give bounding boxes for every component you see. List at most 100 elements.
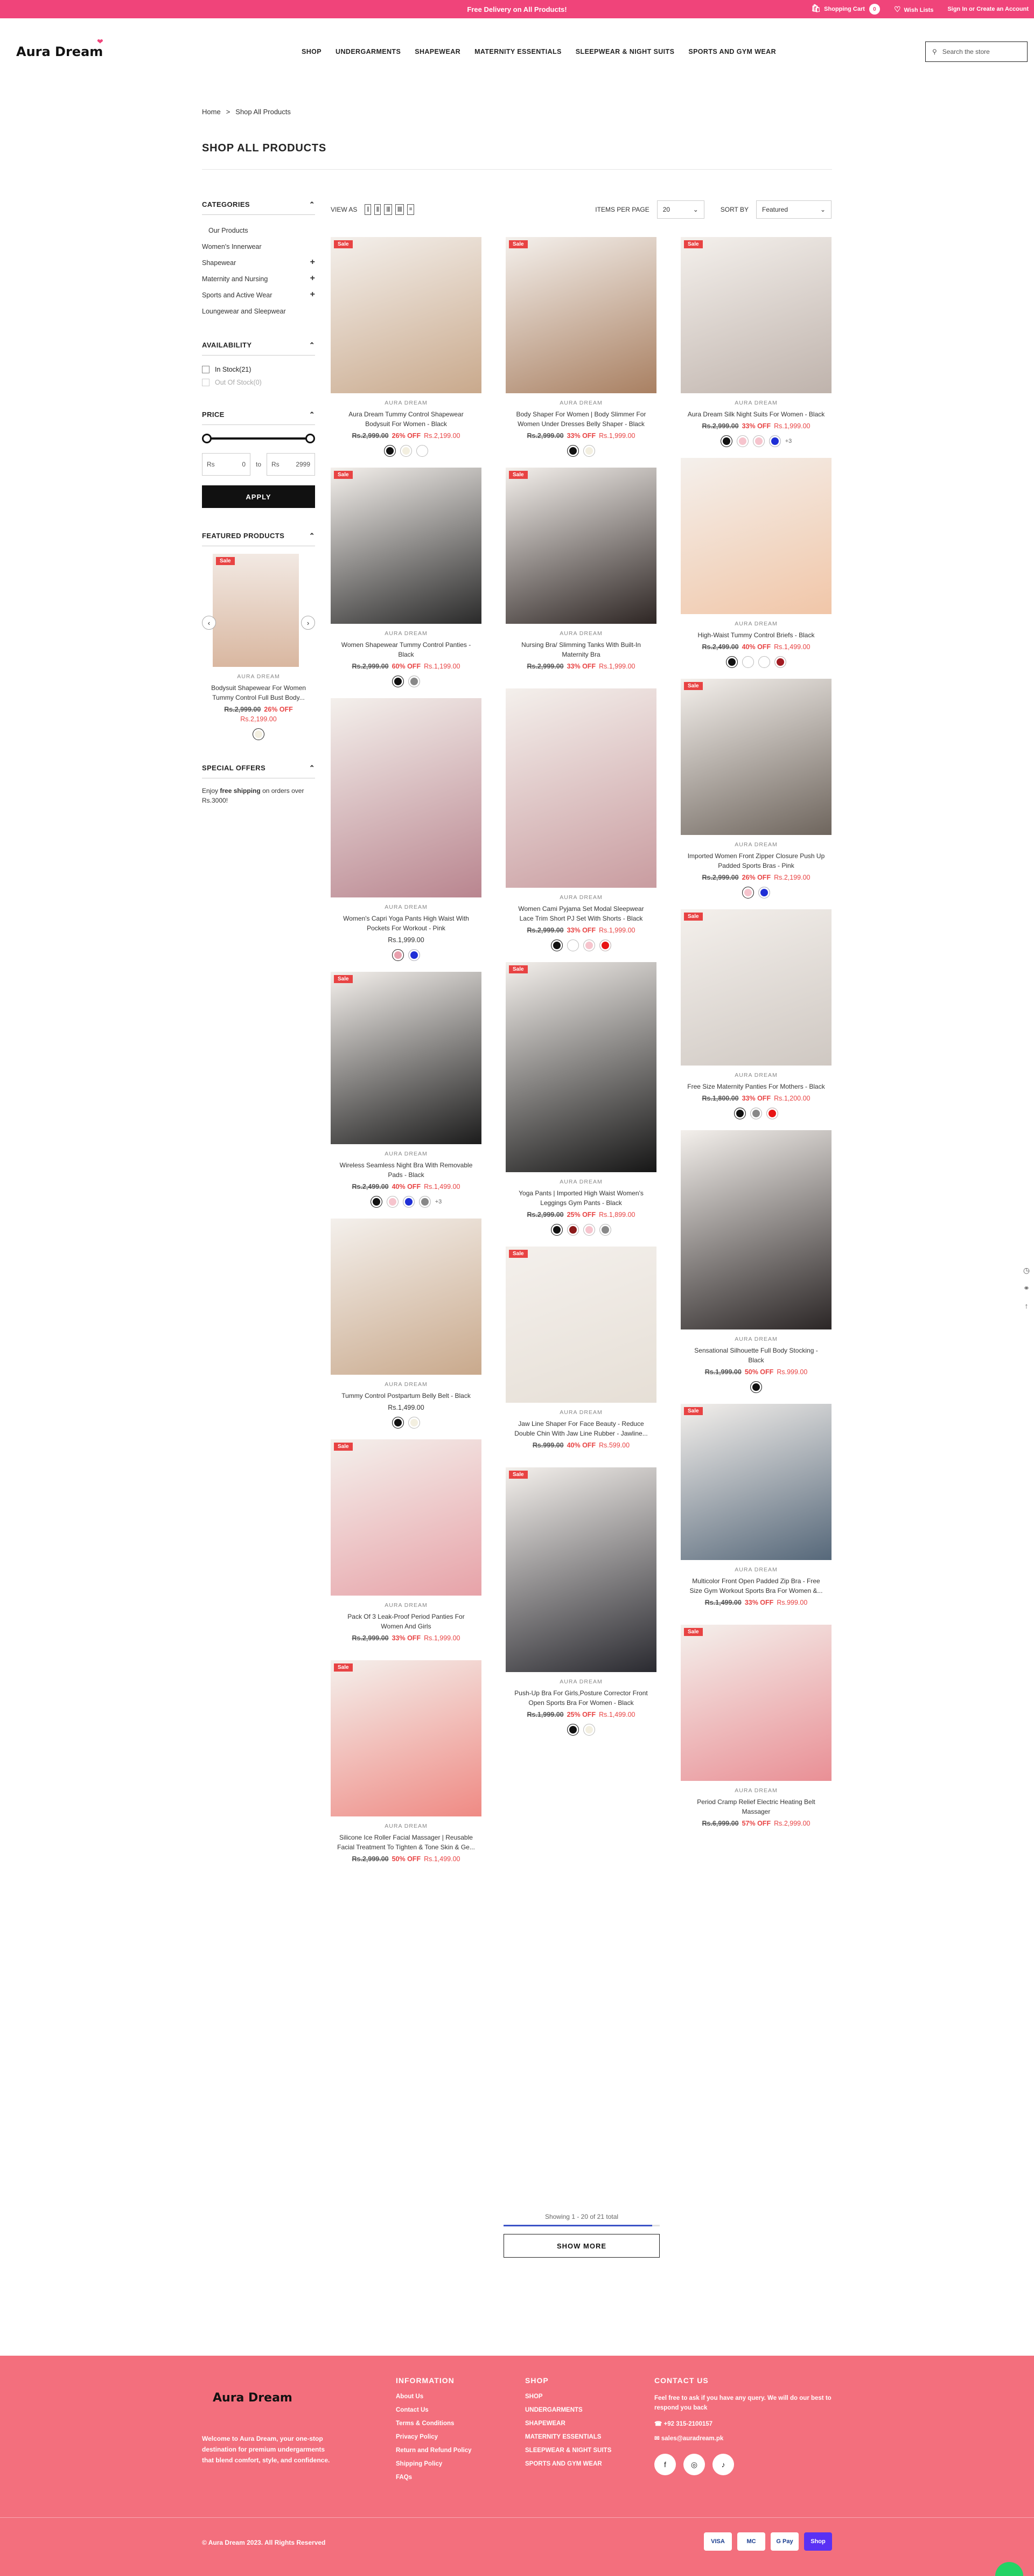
color-swatch[interactable] xyxy=(386,1196,399,1208)
product-name[interactable]: Imported Women Front Zipper Closure Push… xyxy=(686,851,826,871)
contact-phone[interactable]: ☎ +92 315-2100157 xyxy=(654,2420,832,2427)
product-image[interactable]: Sale xyxy=(506,962,656,1172)
product-name[interactable]: Aura Dream Silk Night Suits For Women - … xyxy=(686,409,826,419)
color-swatch[interactable] xyxy=(551,1224,563,1236)
expand-plus-icon[interactable]: + xyxy=(310,258,315,267)
product-image[interactable]: Sale xyxy=(681,909,832,1066)
sort-by-select[interactable]: Featured ⌄ xyxy=(756,200,832,219)
checkbox[interactable] xyxy=(202,366,209,373)
color-swatch[interactable] xyxy=(408,949,420,961)
product-name[interactable]: Wireless Seamless Night Bra With Removab… xyxy=(336,1160,476,1180)
grid-2-icon[interactable]: || xyxy=(365,204,371,215)
product-image[interactable]: Sale xyxy=(331,468,481,624)
product-name[interactable]: Period Cramp Relief Electric Heating Bel… xyxy=(686,1797,826,1816)
color-swatch[interactable] xyxy=(774,656,786,668)
contact-email[interactable]: ✉ sales@auradream.pk xyxy=(654,2434,832,2442)
product-image[interactable]: Sale xyxy=(506,1467,656,1672)
color-swatch[interactable] xyxy=(551,939,563,951)
share-icon[interactable]: ⚭ xyxy=(1023,1284,1030,1293)
product-image[interactable] xyxy=(506,688,656,888)
search-input[interactable]: ⚲ Search the store xyxy=(925,41,1028,62)
product-image[interactable]: Sale xyxy=(681,237,832,393)
carousel-next-icon[interactable]: › xyxy=(301,616,315,630)
category-item[interactable]: Loungewear and Sleepwear xyxy=(202,303,315,319)
nav-maternity[interactable]: MATERNITY ESSENTIALS xyxy=(474,48,562,55)
product-image[interactable]: Sale xyxy=(506,468,656,624)
expand-plus-icon[interactable]: + xyxy=(310,274,315,283)
product-image[interactable]: Sale xyxy=(331,972,481,1144)
product-image[interactable]: Sale xyxy=(331,1439,481,1596)
product-name[interactable]: Aura Dream Tummy Control Shapewear Bodys… xyxy=(336,409,476,429)
color-swatch[interactable] xyxy=(599,1224,611,1236)
more-colors[interactable]: +3 xyxy=(785,438,792,444)
filter-out-of-stock[interactable]: Out Of Stock(0) xyxy=(202,376,315,389)
price-max-handle[interactable] xyxy=(305,434,315,443)
product-name[interactable]: Women Cami Pyjama Set Modal Sleepwear La… xyxy=(511,904,651,923)
color-swatch[interactable] xyxy=(583,939,595,951)
color-swatch[interactable] xyxy=(720,435,732,447)
product-name[interactable]: Pack Of 3 Leak-Proof Period Panties For … xyxy=(336,1612,476,1631)
color-swatch[interactable] xyxy=(416,445,428,457)
account-link[interactable]: Sign In or Create an Account xyxy=(947,6,1029,12)
expand-plus-icon[interactable]: + xyxy=(310,290,315,299)
product-name[interactable]: Jaw Line Shaper For Face Beauty - Reduce… xyxy=(511,1419,651,1438)
back-to-top-icon[interactable]: ↑ xyxy=(1025,1301,1029,1310)
search-icon[interactable]: ⚲ xyxy=(932,48,937,55)
product-name[interactable]: Free Size Maternity Panties For Mothers … xyxy=(686,1082,826,1091)
product-image[interactable] xyxy=(681,458,832,614)
color-swatch[interactable] xyxy=(384,445,396,457)
nav-shapewear[interactable]: SHAPEWEAR xyxy=(415,48,460,55)
grid-3-icon[interactable]: ||| xyxy=(374,204,381,215)
site-logo[interactable]: Aura Dream ❤ xyxy=(16,38,178,59)
color-swatch[interactable] xyxy=(599,939,611,951)
product-image[interactable] xyxy=(331,698,481,897)
price-slider[interactable] xyxy=(202,433,315,444)
footer-shop-link[interactable]: SHAPEWEAR xyxy=(525,2420,611,2427)
checkbox[interactable] xyxy=(202,379,209,386)
carousel-prev-icon[interactable]: ‹ xyxy=(202,616,216,630)
color-swatch[interactable] xyxy=(408,1417,420,1429)
product-name[interactable]: Yoga Pants | Imported High Waist Women's… xyxy=(511,1188,651,1208)
footer-logo[interactable]: Aura Dream xyxy=(213,2391,292,2405)
price-header[interactable]: PRICE ⌃ xyxy=(202,410,315,425)
grid-5-icon[interactable]: ||||| xyxy=(395,204,404,215)
show-more-button[interactable]: SHOW MORE xyxy=(504,2234,660,2258)
product-image[interactable] xyxy=(681,1130,832,1329)
list-view-icon[interactable]: ≡ xyxy=(407,204,414,215)
grid-4-icon[interactable]: |||| xyxy=(384,204,392,215)
color-swatch[interactable] xyxy=(726,656,738,668)
color-swatch[interactable] xyxy=(392,676,404,687)
color-swatch[interactable] xyxy=(750,1108,762,1119)
facebook-icon[interactable]: f xyxy=(654,2454,676,2475)
category-item[interactable]: Sports and Active Wear + xyxy=(202,287,315,303)
color-swatch[interactable] xyxy=(567,1224,579,1236)
nav-sports[interactable]: SPORTS AND GYM WEAR xyxy=(688,48,776,55)
recently-viewed-icon[interactable]: ◷ xyxy=(1023,1266,1030,1275)
featured-product-image[interactable]: Sale xyxy=(213,554,299,667)
color-swatch[interactable] xyxy=(392,1417,404,1429)
product-image[interactable] xyxy=(331,1219,481,1375)
product-image[interactable]: Sale xyxy=(681,1404,832,1560)
color-swatch[interactable] xyxy=(583,1224,595,1236)
color-swatch[interactable] xyxy=(742,887,754,899)
color-swatch[interactable] xyxy=(583,1724,595,1736)
product-image[interactable]: Sale xyxy=(506,237,656,393)
price-to-field[interactable]: Rs 2999 xyxy=(267,453,316,476)
color-swatch[interactable] xyxy=(758,887,770,899)
footer-info-link[interactable]: Privacy Policy xyxy=(396,2434,472,2440)
color-swatch[interactable] xyxy=(567,445,579,457)
featured-header[interactable]: FEATURED PRODUCTS ⌃ xyxy=(202,532,315,546)
color-swatch[interactable] xyxy=(400,445,412,457)
color-swatch[interactable] xyxy=(736,435,749,447)
color-swatch[interactable] xyxy=(742,656,754,668)
featured-name[interactable]: Bodysuit Shapewear For Women Tummy Contr… xyxy=(202,683,315,702)
product-name[interactable]: Sensational Silhouette Full Body Stockin… xyxy=(686,1346,826,1365)
filter-in-stock[interactable]: In Stock(21) xyxy=(202,363,315,376)
product-image[interactable]: Sale xyxy=(331,237,481,393)
product-name[interactable]: Body Shaper For Women | Body Slimmer For… xyxy=(511,409,651,429)
categories-header[interactable]: CATEGORIES ⌃ xyxy=(202,200,315,215)
shopping-cart-link[interactable]: 🛍 Shopping Cart 0 xyxy=(811,4,880,15)
footer-info-link[interactable]: Contact Us xyxy=(396,2407,472,2413)
nav-undergarments[interactable]: UNDERGARMENTS xyxy=(336,48,401,55)
footer-info-link[interactable]: Terms & Conditions xyxy=(396,2420,472,2427)
